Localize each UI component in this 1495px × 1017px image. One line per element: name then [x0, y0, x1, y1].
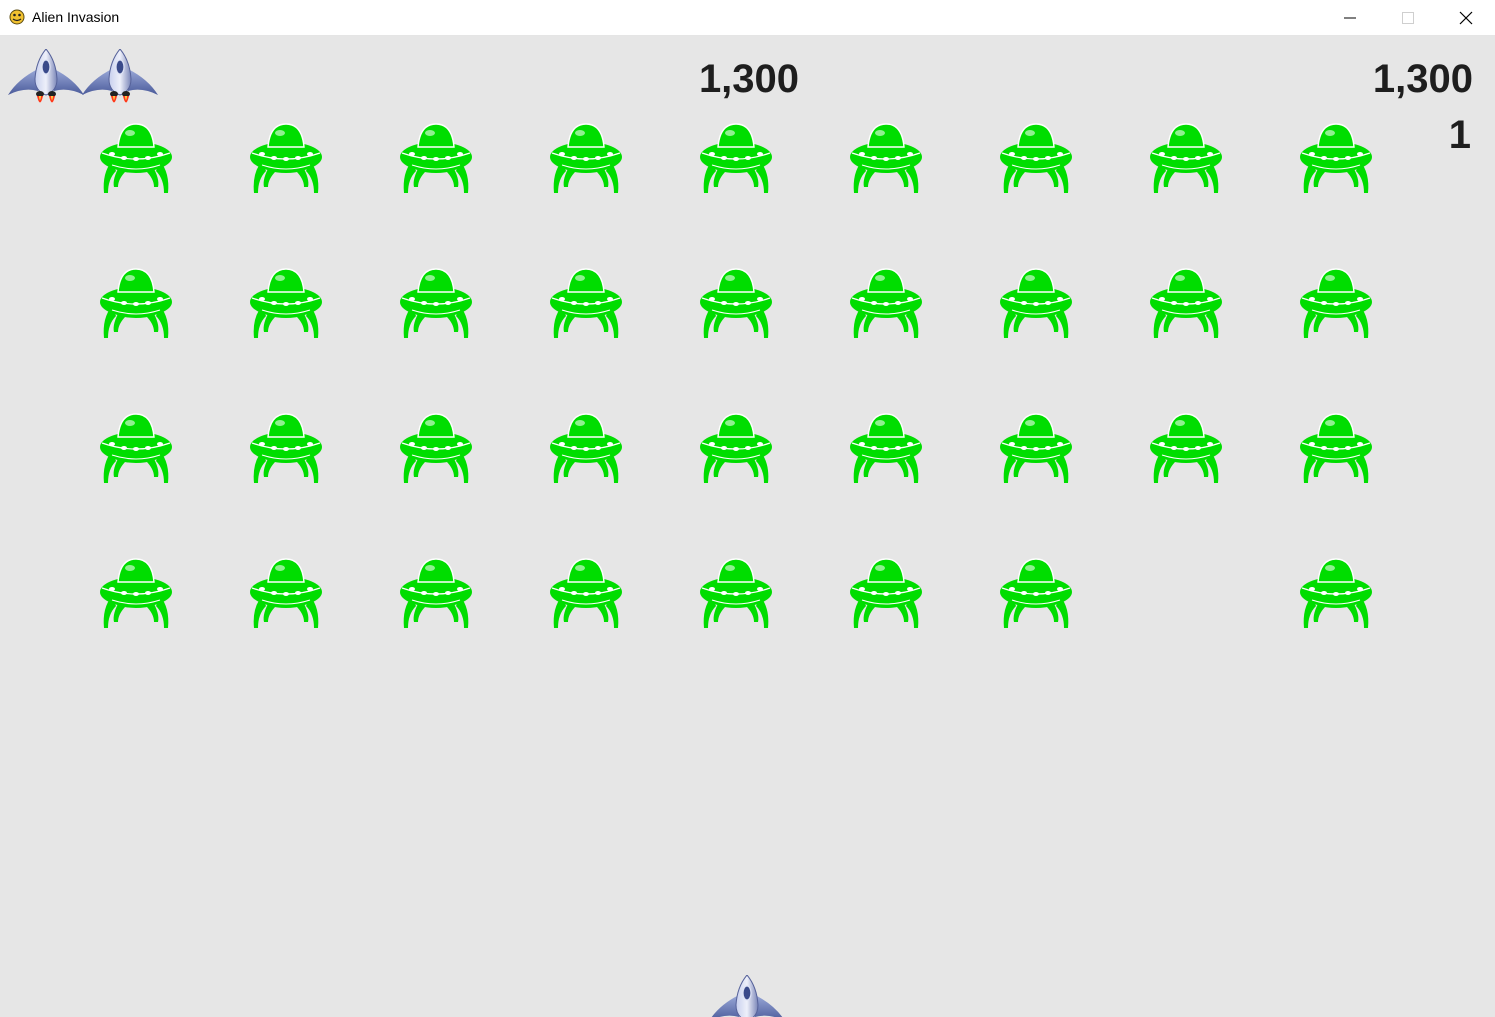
pygame-snake-icon [9, 9, 25, 25]
alien [248, 121, 324, 195]
player-ship [709, 974, 785, 1017]
ufo-alien-icon [250, 413, 322, 483]
ufo-alien-icon [850, 413, 922, 483]
minimize-button[interactable] [1321, 0, 1379, 36]
ufo-alien-icon [250, 558, 322, 628]
maximize-icon [1402, 12, 1414, 24]
ufo-alien-icon [1000, 413, 1072, 483]
ufo-alien-icon [1150, 268, 1222, 338]
alien [1148, 121, 1224, 195]
ufo-alien-icon [550, 558, 622, 628]
ufo-alien-icon [100, 558, 172, 628]
ufo-alien-icon [1000, 123, 1072, 193]
ufo-alien-icon [400, 123, 472, 193]
alien [698, 556, 774, 630]
ufo-alien-icon [1000, 268, 1072, 338]
alien [548, 556, 624, 630]
ufo-alien-icon [1300, 413, 1372, 483]
alien [848, 411, 924, 485]
alien [1148, 411, 1224, 485]
ufo-alien-icon [850, 268, 922, 338]
maximize-button[interactable] [1379, 0, 1437, 36]
alien [398, 121, 474, 195]
ufo-alien-icon [250, 123, 322, 193]
alien [548, 411, 624, 485]
ufo-alien-icon [100, 268, 172, 338]
alien [698, 266, 774, 340]
game-window: Alien Invasion 1,300 1,300 1 [0, 0, 1495, 1017]
ufo-alien-icon [700, 123, 772, 193]
alien [998, 556, 1074, 630]
alien [848, 266, 924, 340]
ufo-alien-icon [1000, 558, 1072, 628]
alien [548, 266, 624, 340]
alien-fleet [0, 37, 1495, 1017]
ufo-alien-icon [550, 268, 622, 338]
ufo-alien-icon [1150, 413, 1222, 483]
title-bar[interactable]: Alien Invasion [0, 0, 1495, 36]
ufo-alien-icon [100, 413, 172, 483]
alien [248, 266, 324, 340]
ufo-alien-icon [100, 123, 172, 193]
alien [398, 556, 474, 630]
alien [98, 121, 174, 195]
ufo-alien-icon [1150, 123, 1222, 193]
ufo-alien-icon [700, 413, 772, 483]
close-icon [1459, 11, 1473, 25]
ufo-alien-icon [700, 558, 772, 628]
alien [998, 121, 1074, 195]
alien [1298, 121, 1374, 195]
close-button[interactable] [1437, 0, 1495, 36]
ufo-alien-icon [400, 268, 472, 338]
alien [698, 121, 774, 195]
minimize-icon [1344, 17, 1356, 19]
alien [1148, 266, 1224, 340]
ufo-alien-icon [550, 413, 622, 483]
alien [398, 266, 474, 340]
alien [98, 556, 174, 630]
ufo-alien-icon [1300, 558, 1372, 628]
ufo-alien-icon [1300, 268, 1372, 338]
game-area[interactable]: 1,300 1,300 1 [0, 37, 1495, 1017]
alien [698, 411, 774, 485]
alien [398, 411, 474, 485]
alien [98, 266, 174, 340]
alien [1298, 556, 1374, 630]
alien [848, 121, 924, 195]
alien [548, 121, 624, 195]
alien [848, 556, 924, 630]
ufo-alien-icon [400, 413, 472, 483]
ufo-alien-icon [250, 268, 322, 338]
alien [98, 411, 174, 485]
ufo-alien-icon [550, 123, 622, 193]
rocket-ship-icon [711, 974, 783, 1017]
alien [998, 411, 1074, 485]
ufo-alien-icon [850, 558, 922, 628]
alien [248, 556, 324, 630]
alien [998, 266, 1074, 340]
alien [1298, 411, 1374, 485]
alien [1298, 266, 1374, 340]
ufo-alien-icon [700, 268, 772, 338]
window-title: Alien Invasion [32, 9, 120, 25]
alien [248, 411, 324, 485]
ufo-alien-icon [850, 123, 922, 193]
ufo-alien-icon [1300, 123, 1372, 193]
ufo-alien-icon [400, 558, 472, 628]
